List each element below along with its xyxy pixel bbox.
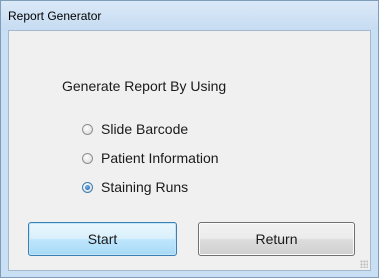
title-bar[interactable]: Report Generator	[1, 1, 378, 30]
window-title: Report Generator	[8, 8, 102, 23]
option-slide-barcode[interactable]: Slide Barcode	[82, 121, 188, 137]
staining-runs-label: Staining Runs	[101, 179, 189, 195]
option-patient-information[interactable]: Patient Information	[82, 150, 219, 166]
start-button[interactable]: Start	[28, 222, 177, 256]
patient-information-label: Patient Information	[101, 150, 219, 166]
dialog-body: Generate Report By Using Slide Barcode P…	[8, 30, 371, 271]
slide-barcode-label: Slide Barcode	[101, 121, 189, 137]
slide-barcode-radio[interactable]	[82, 123, 93, 135]
option-staining-runs[interactable]: Staining Runs	[82, 179, 188, 195]
return-button[interactable]: Return	[198, 222, 355, 256]
start-button-label: Start	[87, 231, 118, 247]
patient-information-radio[interactable]	[82, 152, 93, 164]
staining-runs-radio[interactable]	[82, 181, 93, 193]
report-by-heading: Generate Report By Using	[62, 78, 227, 94]
return-button-label: Return	[255, 231, 298, 247]
resize-grip-icon[interactable]	[360, 260, 368, 268]
report-generator-window: Report Generator Generate Report By Usin…	[0, 0, 379, 278]
